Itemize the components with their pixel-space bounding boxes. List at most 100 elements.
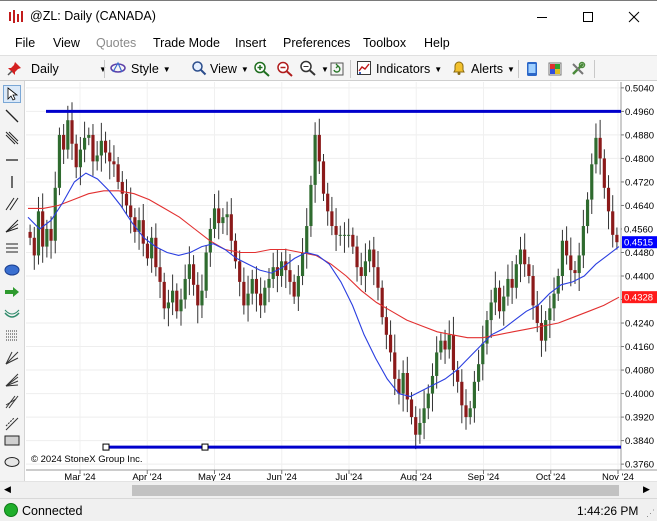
menu-preferences[interactable]: Preferences	[283, 36, 350, 50]
menu-help[interactable]: Help	[424, 36, 450, 50]
gann-icon[interactable]	[3, 349, 21, 367]
channel-icon[interactable]	[3, 129, 21, 147]
menu-quotes[interactable]: Quotes	[96, 36, 136, 50]
candle-body	[330, 211, 334, 227]
ellipse-tool-icon[interactable]	[3, 261, 21, 279]
candle-body	[376, 267, 380, 288]
toolbar-separator	[594, 60, 595, 78]
candle-body	[388, 334, 393, 353]
candle-body	[166, 302, 171, 309]
chevron-down-icon: ▼	[506, 64, 515, 74]
candle-body	[41, 211, 45, 247]
fibonacci-icon[interactable]	[3, 239, 21, 257]
candle-body	[359, 267, 363, 276]
candle-body	[217, 208, 221, 224]
candle-body	[221, 217, 225, 224]
candle-body	[548, 308, 552, 321]
zoom-in-icon[interactable]	[253, 59, 271, 79]
menu-trade-mode[interactable]: Trade Mode	[153, 36, 220, 50]
cursor-icon[interactable]	[3, 85, 21, 103]
scrollbar-thumb[interactable]	[132, 485, 619, 496]
view-button[interactable]: View ▼	[191, 59, 249, 79]
vertical-line-icon[interactable]	[3, 173, 21, 191]
candle-body	[401, 373, 405, 394]
price-tick-label: 0.4000	[625, 389, 654, 400]
zoom-out-icon[interactable]	[276, 59, 294, 79]
price-tick-label: 0.4240	[625, 319, 654, 330]
trendline-icon[interactable]	[3, 107, 21, 125]
candle-body	[552, 293, 556, 309]
menu-insert[interactable]: Insert	[235, 36, 266, 50]
drawing-tools	[0, 81, 25, 481]
magnifier-icon	[191, 60, 207, 79]
line-handle[interactable]	[201, 443, 209, 451]
candle-body	[313, 134, 317, 185]
chevron-down-icon: ▼	[162, 64, 171, 74]
price-tick-label: 0.4160	[625, 342, 654, 353]
candle-body	[497, 287, 502, 312]
indicators-button[interactable]: Indicators ▼	[356, 59, 442, 79]
candle-body	[418, 422, 422, 435]
price-chart[interactable]: 0.5040 0.4960 0.4880 0.4800 0.4720 0.4640 0.45…	[26, 82, 657, 483]
menu-file[interactable]: File	[15, 36, 35, 50]
menu-toolbox[interactable]: Toolbox	[363, 36, 406, 50]
phone-icon[interactable]	[524, 59, 540, 79]
fan-lines-icon[interactable]	[3, 217, 21, 235]
zoom-menu-button[interactable]: ▼	[299, 59, 329, 79]
candle-body	[544, 320, 548, 341]
minimize-button[interactable]	[519, 1, 565, 32]
candle-body	[212, 208, 217, 229]
candle-body	[179, 299, 183, 312]
toolbar-separator	[350, 60, 351, 78]
candle-body	[254, 278, 259, 294]
candle-body	[95, 155, 99, 162]
menu-view[interactable]: View	[53, 36, 80, 50]
candle-body	[275, 267, 279, 276]
speed-lines-icon[interactable]	[3, 371, 21, 389]
grid-tool-icon[interactable]	[3, 327, 21, 345]
scroll-right-icon[interactable]: ▶	[643, 484, 650, 495]
bell-icon	[451, 60, 467, 79]
resize-grip-icon[interactable]: ⋰	[646, 508, 655, 519]
candle-body	[267, 278, 271, 288]
tools-icon[interactable]	[570, 59, 586, 79]
candle-body	[292, 281, 296, 297]
chart-canvas[interactable]: 0.5040 0.4960 0.4880 0.4800 0.4720 0.4640 0.45…	[26, 82, 657, 483]
candle-body	[351, 234, 355, 247]
scroll-left-icon[interactable]: ◀	[4, 484, 11, 495]
palette-icon[interactable]	[547, 59, 563, 79]
ellipse-outline-icon[interactable]	[3, 453, 21, 471]
alerts-button[interactable]: Alerts ▼	[451, 59, 515, 79]
arrow-tool-icon[interactable]	[3, 283, 21, 301]
interval-select[interactable]: Daily ▼	[31, 59, 107, 79]
line-handle[interactable]	[102, 443, 110, 451]
price-tick-label: 0.3840	[625, 436, 654, 447]
pitchfork-icon[interactable]	[3, 393, 21, 411]
horizontal-line-icon[interactable]	[3, 151, 21, 169]
candle-body	[225, 214, 229, 218]
style-button[interactable]: Style ▼	[109, 59, 171, 79]
status-bar: Connected 1:44:26 PM ⋰	[0, 498, 657, 521]
close-button[interactable]	[611, 1, 657, 32]
horizontal-scrollbar[interactable]: ◀ ▶	[0, 481, 657, 498]
candle-body	[99, 140, 103, 156]
candle-body	[422, 408, 426, 423]
pin-icon[interactable]	[6, 59, 22, 79]
candle-body	[259, 293, 263, 306]
price-tick-label: 0.4640	[625, 201, 654, 212]
candle-body	[321, 161, 326, 194]
candle-body	[468, 408, 472, 418]
candle-body	[577, 255, 581, 274]
refresh-icon[interactable]	[329, 59, 345, 79]
candle-body	[518, 249, 523, 265]
candle-body	[150, 237, 154, 259]
parallel-lines-icon[interactable]	[3, 195, 21, 213]
price-tick-label: 0.4400	[625, 272, 654, 283]
rectangle-tool-icon[interactable]	[3, 431, 21, 449]
candle-body	[45, 228, 49, 247]
maximize-button[interactable]	[565, 1, 611, 32]
candle-body	[87, 134, 91, 138]
style-label: Style	[131, 62, 159, 76]
chevron-down-icon: ▼	[240, 64, 249, 74]
arc-tool-icon[interactable]	[3, 305, 21, 323]
